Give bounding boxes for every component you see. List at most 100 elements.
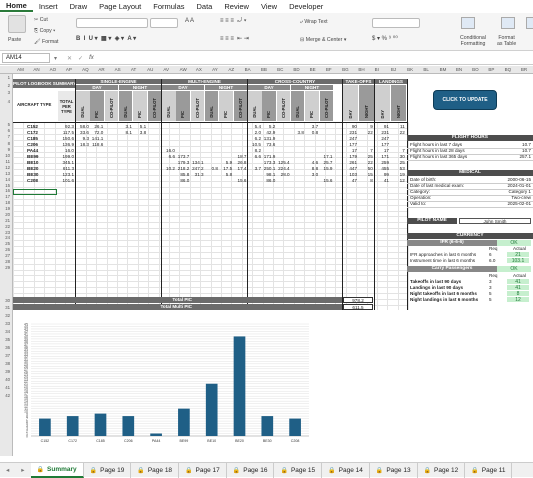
logbook-cell[interactable]: 6.6 — [248, 154, 261, 159]
logbook-cell[interactable]: 4.6 — [305, 160, 318, 165]
logbook-cell[interactable]: 141.1 — [90, 136, 104, 141]
selected-cell[interactable] — [13, 189, 57, 195]
copy-button[interactable]: ⎘ Copy ▾ — [34, 28, 55, 35]
takeoff-cell[interactable]: 17 — [343, 148, 357, 153]
takeoff-cell[interactable]: 7 — [359, 148, 373, 153]
takeoff-cell[interactable]: 231 — [343, 130, 357, 135]
logbook-cell[interactable]: 18.3 — [76, 142, 89, 147]
column-label[interactable]: AQ — [82, 67, 89, 72]
wrap-text-button[interactable]: ⤶ Wrap Text — [300, 19, 328, 26]
merge-center-button[interactable]: ⊟ Merge & Center ▾ — [300, 37, 346, 43]
row-label[interactable]: 25 — [5, 241, 10, 246]
column-label[interactable]: AN — [33, 67, 39, 72]
logbook-cell[interactable]: 15.9 — [320, 166, 333, 171]
column-label[interactable]: BP — [488, 67, 494, 72]
sheet-tab[interactable]: 🔒 Page 17 — [179, 462, 227, 478]
column-label[interactable]: BJ — [391, 67, 396, 72]
paste-icon[interactable] — [8, 15, 26, 33]
logbook-cell[interactable]: 173.3 — [262, 160, 276, 165]
logbook-cell[interactable]: 25.7 — [320, 160, 333, 165]
logbook-cell[interactable]: 179.3 — [176, 160, 190, 165]
row-label[interactable]: 6 — [8, 128, 10, 133]
column-label[interactable]: BL — [423, 67, 429, 72]
landing-cell[interactable]: 17 — [375, 148, 389, 153]
sheet-grid[interactable]: CLICK TO UPDATE PILOT LOGBOOK SUMMARY SIN… — [13, 74, 533, 456]
row-label[interactable]: 35 — [5, 337, 10, 342]
logbook-cell[interactable]: 250.1 — [262, 166, 276, 171]
takeoff-cell[interactable]: 179 — [343, 154, 357, 159]
landing-cell[interactable]: 455 — [375, 166, 389, 171]
row-label[interactable]: 42 — [5, 393, 10, 398]
logbook-cell[interactable]: 125.4 — [277, 160, 290, 165]
logbook-cell[interactable]: 224.4 — [277, 166, 290, 171]
row-label[interactable]: 32 — [5, 313, 10, 318]
landing-cell[interactable]: 231 — [375, 130, 389, 135]
row-label[interactable]: 8 — [8, 141, 10, 146]
logbook-cell[interactable]: 171.9 — [262, 154, 276, 159]
column-label[interactable]: BD — [293, 67, 299, 72]
row-label[interactable]: 12 — [5, 165, 10, 170]
logbook-cell[interactable]: 26.8 — [234, 160, 247, 165]
logbook-cell[interactable]: 3.0 — [305, 172, 318, 177]
column-label[interactable]: AT — [131, 67, 136, 72]
column-label[interactable]: BR — [521, 67, 527, 72]
logbook-cell[interactable]: 3.8 — [133, 130, 146, 135]
logbook-cell[interactable]: 17.5 — [219, 166, 232, 171]
pilot-name-value[interactable]: John Smith — [459, 218, 531, 224]
column-label[interactable]: AW — [180, 67, 187, 72]
takeoff-cell[interactable]: 9 — [359, 124, 373, 129]
logbook-cell[interactable]: 5.1 — [133, 124, 146, 129]
format-as-table-button[interactable]: Format as Table — [497, 35, 516, 47]
column-label[interactable]: AM — [17, 67, 24, 72]
row-label[interactable]: 37 — [5, 353, 10, 358]
logbook-cell[interactable]: 173.7 — [176, 154, 190, 159]
landing-cell[interactable]: 53 — [391, 166, 405, 171]
row-label[interactable]: 36 — [5, 345, 10, 350]
row-label[interactable]: 21 — [5, 218, 10, 223]
logbook-cell[interactable]: 3.7 — [248, 166, 261, 171]
row-label[interactable]: 18 — [5, 200, 10, 205]
sheet-tab[interactable]: 🔒 Page 11 — [465, 462, 513, 478]
takeoff-cell[interactable]: 103 — [343, 172, 357, 177]
column-label[interactable]: BM — [440, 67, 447, 72]
column-label[interactable]: AP — [66, 67, 72, 72]
ribbon-tab[interactable]: Page Layout — [93, 2, 147, 11]
number-format-buttons[interactable]: $ ▾ % ⁹ ⁰⁰ — [372, 35, 398, 42]
name-box[interactable]: AM14 — [2, 53, 50, 63]
landing-cell[interactable]: 41 — [375, 178, 389, 183]
column-label[interactable]: AZ — [228, 67, 234, 72]
landing-cell[interactable]: 11 — [391, 124, 405, 129]
logbook-cell[interactable]: 5.2 — [262, 124, 275, 129]
row-label[interactable]: 34 — [5, 329, 10, 334]
logbook-cell[interactable]: 42.9 — [262, 130, 275, 135]
ribbon-tab[interactable]: Formulas — [147, 2, 190, 11]
landing-cell[interactable]: 247 — [375, 136, 389, 141]
landing-cell[interactable]: 91 — [375, 124, 389, 129]
column-label[interactable]: BH — [358, 67, 364, 72]
column-label[interactable]: AO — [50, 67, 57, 72]
row-label[interactable]: 11 — [6, 159, 10, 164]
takeoff-cell[interactable]: 8 — [359, 178, 373, 183]
format-painter-button[interactable]: 🖌 Format — [34, 39, 58, 45]
logbook-cell[interactable]: 86.0 — [176, 178, 189, 183]
format-as-table-icon[interactable] — [501, 17, 515, 29]
name-box-dropdown-icon[interactable]: ▾ — [54, 55, 57, 62]
sheet-tab[interactable]: 🔒 Page 15 — [274, 462, 323, 478]
cell-styles-icon[interactable] — [526, 17, 533, 29]
row-label[interactable]: 28 — [5, 259, 10, 264]
logbook-cell[interactable]: 118.6 — [90, 142, 103, 147]
logbook-cell[interactable]: 31.3 — [191, 172, 204, 177]
takeoff-cell[interactable]: 50 — [359, 166, 373, 171]
landing-cell[interactable]: 25 — [391, 160, 405, 165]
ribbon-tab[interactable]: Data — [191, 2, 219, 11]
column-label[interactable]: BQ — [505, 67, 512, 72]
row-label[interactable]: 27 — [5, 253, 10, 258]
takeoff-cell[interactable]: 25 — [359, 154, 373, 159]
sheet-tab[interactable]: 🔒 Page 13 — [370, 462, 418, 478]
row-label[interactable]: 20 — [5, 212, 10, 217]
landing-cell[interactable]: 171 — [375, 154, 389, 159]
enter-icon[interactable]: ✓ — [78, 55, 83, 62]
font-name-select[interactable] — [76, 18, 148, 28]
logbook-cell[interactable]: 10.2 — [162, 166, 175, 171]
logbook-cell[interactable]: 10.5 — [248, 142, 261, 147]
